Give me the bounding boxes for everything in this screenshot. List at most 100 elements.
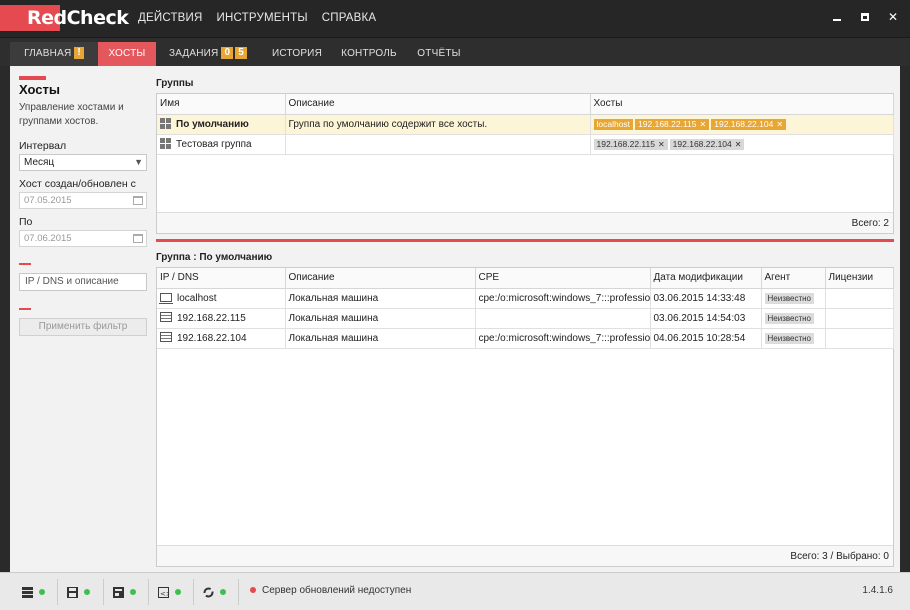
script-icon: <> [158,586,169,598]
remove-icon[interactable]: ✕ [700,120,707,129]
hosts-panel: IP / DNS Описание CPE Дата модификации А… [156,267,894,567]
agent-badge: Неизвестно [764,332,815,344]
main-content: Хосты Управление хостами и группами хост… [10,66,900,572]
status-storage[interactable] [67,586,90,598]
host-license [825,308,894,329]
tab-hosts[interactable]: ХОСТЫ [98,42,156,66]
pc-icon [159,292,173,304]
warning-badge: ! [74,47,84,60]
agent-badge: Неизвестно [764,312,815,324]
tab-control[interactable]: КОНТРОЛЬ [334,42,404,66]
status-ok-dot [130,589,136,596]
date-to-field[interactable]: 07.06.2015 [19,230,147,247]
tab-control-label: КОНТРОЛЬ [341,48,397,59]
table-row[interactable]: Тестовая группа 192.168.22.115 ✕ 192.168.2… [157,134,894,155]
host-ip-cell: 192.168.22.115 [157,308,286,329]
date-from-field[interactable]: 07.05.2015 [19,192,147,209]
column-header[interactable]: Имя [157,94,286,115]
host-cpe: cpe:/o:microsoft:windows_7:::professiona… [475,328,651,349]
tab-history[interactable]: ИСТОРИЯ [262,42,332,66]
host-chip: 192.168.22.115 ✕ [635,118,710,130]
group-name: Тестовая группа [176,139,252,150]
menu-item-actions[interactable]: ДЕЙСТВИЯ [138,12,203,24]
column-header[interactable]: Описание [285,94,591,115]
status-bar: <> Сервер обновлений недоступен 1.4.1.6 [0,572,910,610]
close-icon[interactable]: ✕ [886,10,900,24]
column-header[interactable]: IP / DNS [157,268,286,289]
splitter[interactable] [156,239,894,242]
menu-item-help[interactable]: СПРАВКА [322,12,377,24]
update-server-status: Сервер обновлений недоступен [250,585,411,596]
remove-icon[interactable]: ✕ [776,120,783,129]
table-row[interactable]: 192.168.22.104 Локальная машина cpe:/o:m… [157,328,894,349]
date-to-value: 07.06.2015 [24,233,72,244]
tab-history-label: ИСТОРИЯ [272,48,322,59]
app-logo-text: RedCheck [27,7,129,29]
group-name: По умолчанию [176,119,249,130]
group-name-cell: По умолчанию [157,114,286,135]
calendar-icon[interactable] [133,234,143,243]
table-row[interactable]: По умолчанию Группа по умолчанию содержи… [157,114,894,135]
group-description [285,134,591,155]
search-input[interactable]: IP / DNS и описание [19,273,147,291]
status-ok-dot [220,589,226,596]
minimize-icon[interactable] [830,10,844,24]
remove-icon[interactable]: ✕ [735,140,742,149]
created-label: Хост создан/обновлен с [19,178,136,190]
groups-footer [157,212,893,233]
tab-home[interactable]: ГЛАВНАЯ! [10,42,98,66]
host-chip-label: localhost [596,118,631,129]
groups-header-row: Имя Описание Хосты [157,94,894,115]
tasks-badge-queued: 5 [235,47,248,60]
group-name-cell: Тестовая группа [157,134,286,155]
interval-select[interactable]: Месяц ▼ [19,154,147,171]
status-ok-dot [39,589,45,596]
table-row[interactable]: localhost Локальная машина cpe:/o:micros… [157,288,894,309]
tab-reports[interactable]: ОТЧЁТЫ [406,42,472,66]
title-bar: RedCheck ДЕЙСТВИЯ ИНСТРУМЕНТЫ СПРАВКА ✕ [0,0,910,38]
status-database[interactable] [113,586,136,598]
hosts-footer [157,545,893,566]
column-header[interactable]: Лицензии [825,268,894,289]
table-row[interactable]: 192.168.22.115 Локальная машина 03.06.20… [157,308,894,329]
hosts-total: Всего: 3 / Выбрано: 0 [790,551,889,562]
host-description: Локальная машина [285,308,476,329]
host-chip: 192.168.22.104 ✕ [711,118,787,130]
status-sync[interactable] [203,586,226,598]
status-scripts[interactable]: <> [158,586,181,598]
tab-hosts-label: ХОСТЫ [108,48,146,59]
host-description: Локальная машина [285,288,476,309]
menu-item-tools[interactable]: ИНСТРУМЕНТЫ [217,12,308,24]
column-header[interactable]: Дата модификации [650,268,762,289]
to-label: По [19,216,33,228]
host-date: 03.06.2015 14:33:48 [650,288,762,309]
refresh-icon [203,587,214,598]
date-from-value: 07.05.2015 [24,195,72,206]
calendar-icon[interactable] [133,196,143,205]
maximize-icon[interactable] [858,10,872,24]
app-version: 1.4.1.6 [862,585,893,596]
hosts-table: IP / DNS Описание CPE Дата модификации А… [157,268,894,349]
column-header[interactable]: Агент [761,268,826,289]
tab-tasks[interactable]: ЗАДАНИЯ 0 5 [160,42,256,66]
column-header[interactable]: CPE [475,268,651,289]
save-icon [67,586,78,598]
status-ok-dot [175,589,181,596]
host-chip: 192.168.22.104 ✕ [669,138,745,150]
window-controls: ✕ [830,10,900,24]
host-date: 03.06.2015 14:54:03 [650,308,762,329]
tasks-badge-running: 0 [221,47,234,60]
status-hosts[interactable] [22,586,45,598]
group-hosts-cell: 192.168.22.115 ✕ 192.168.22.104 ✕ [590,134,894,155]
column-header[interactable]: Хосты [590,94,894,115]
remove-icon[interactable]: ✕ [658,140,665,149]
hosts-header-row: IP / DNS Описание CPE Дата модификации А… [157,268,894,289]
group-icon [160,118,171,129]
apply-filter-button[interactable]: Применить фильтр [19,318,147,336]
column-header[interactable]: Описание [285,268,476,289]
hosts-group-title: Группа : По умолчанию [156,252,273,263]
tab-reports-label: ОТЧЁТЫ [417,48,461,59]
list-icon [22,586,33,598]
page-description: Управление хостами и группами хостов. [19,102,124,127]
host-chip-label: 192.168.22.115 [596,138,655,149]
